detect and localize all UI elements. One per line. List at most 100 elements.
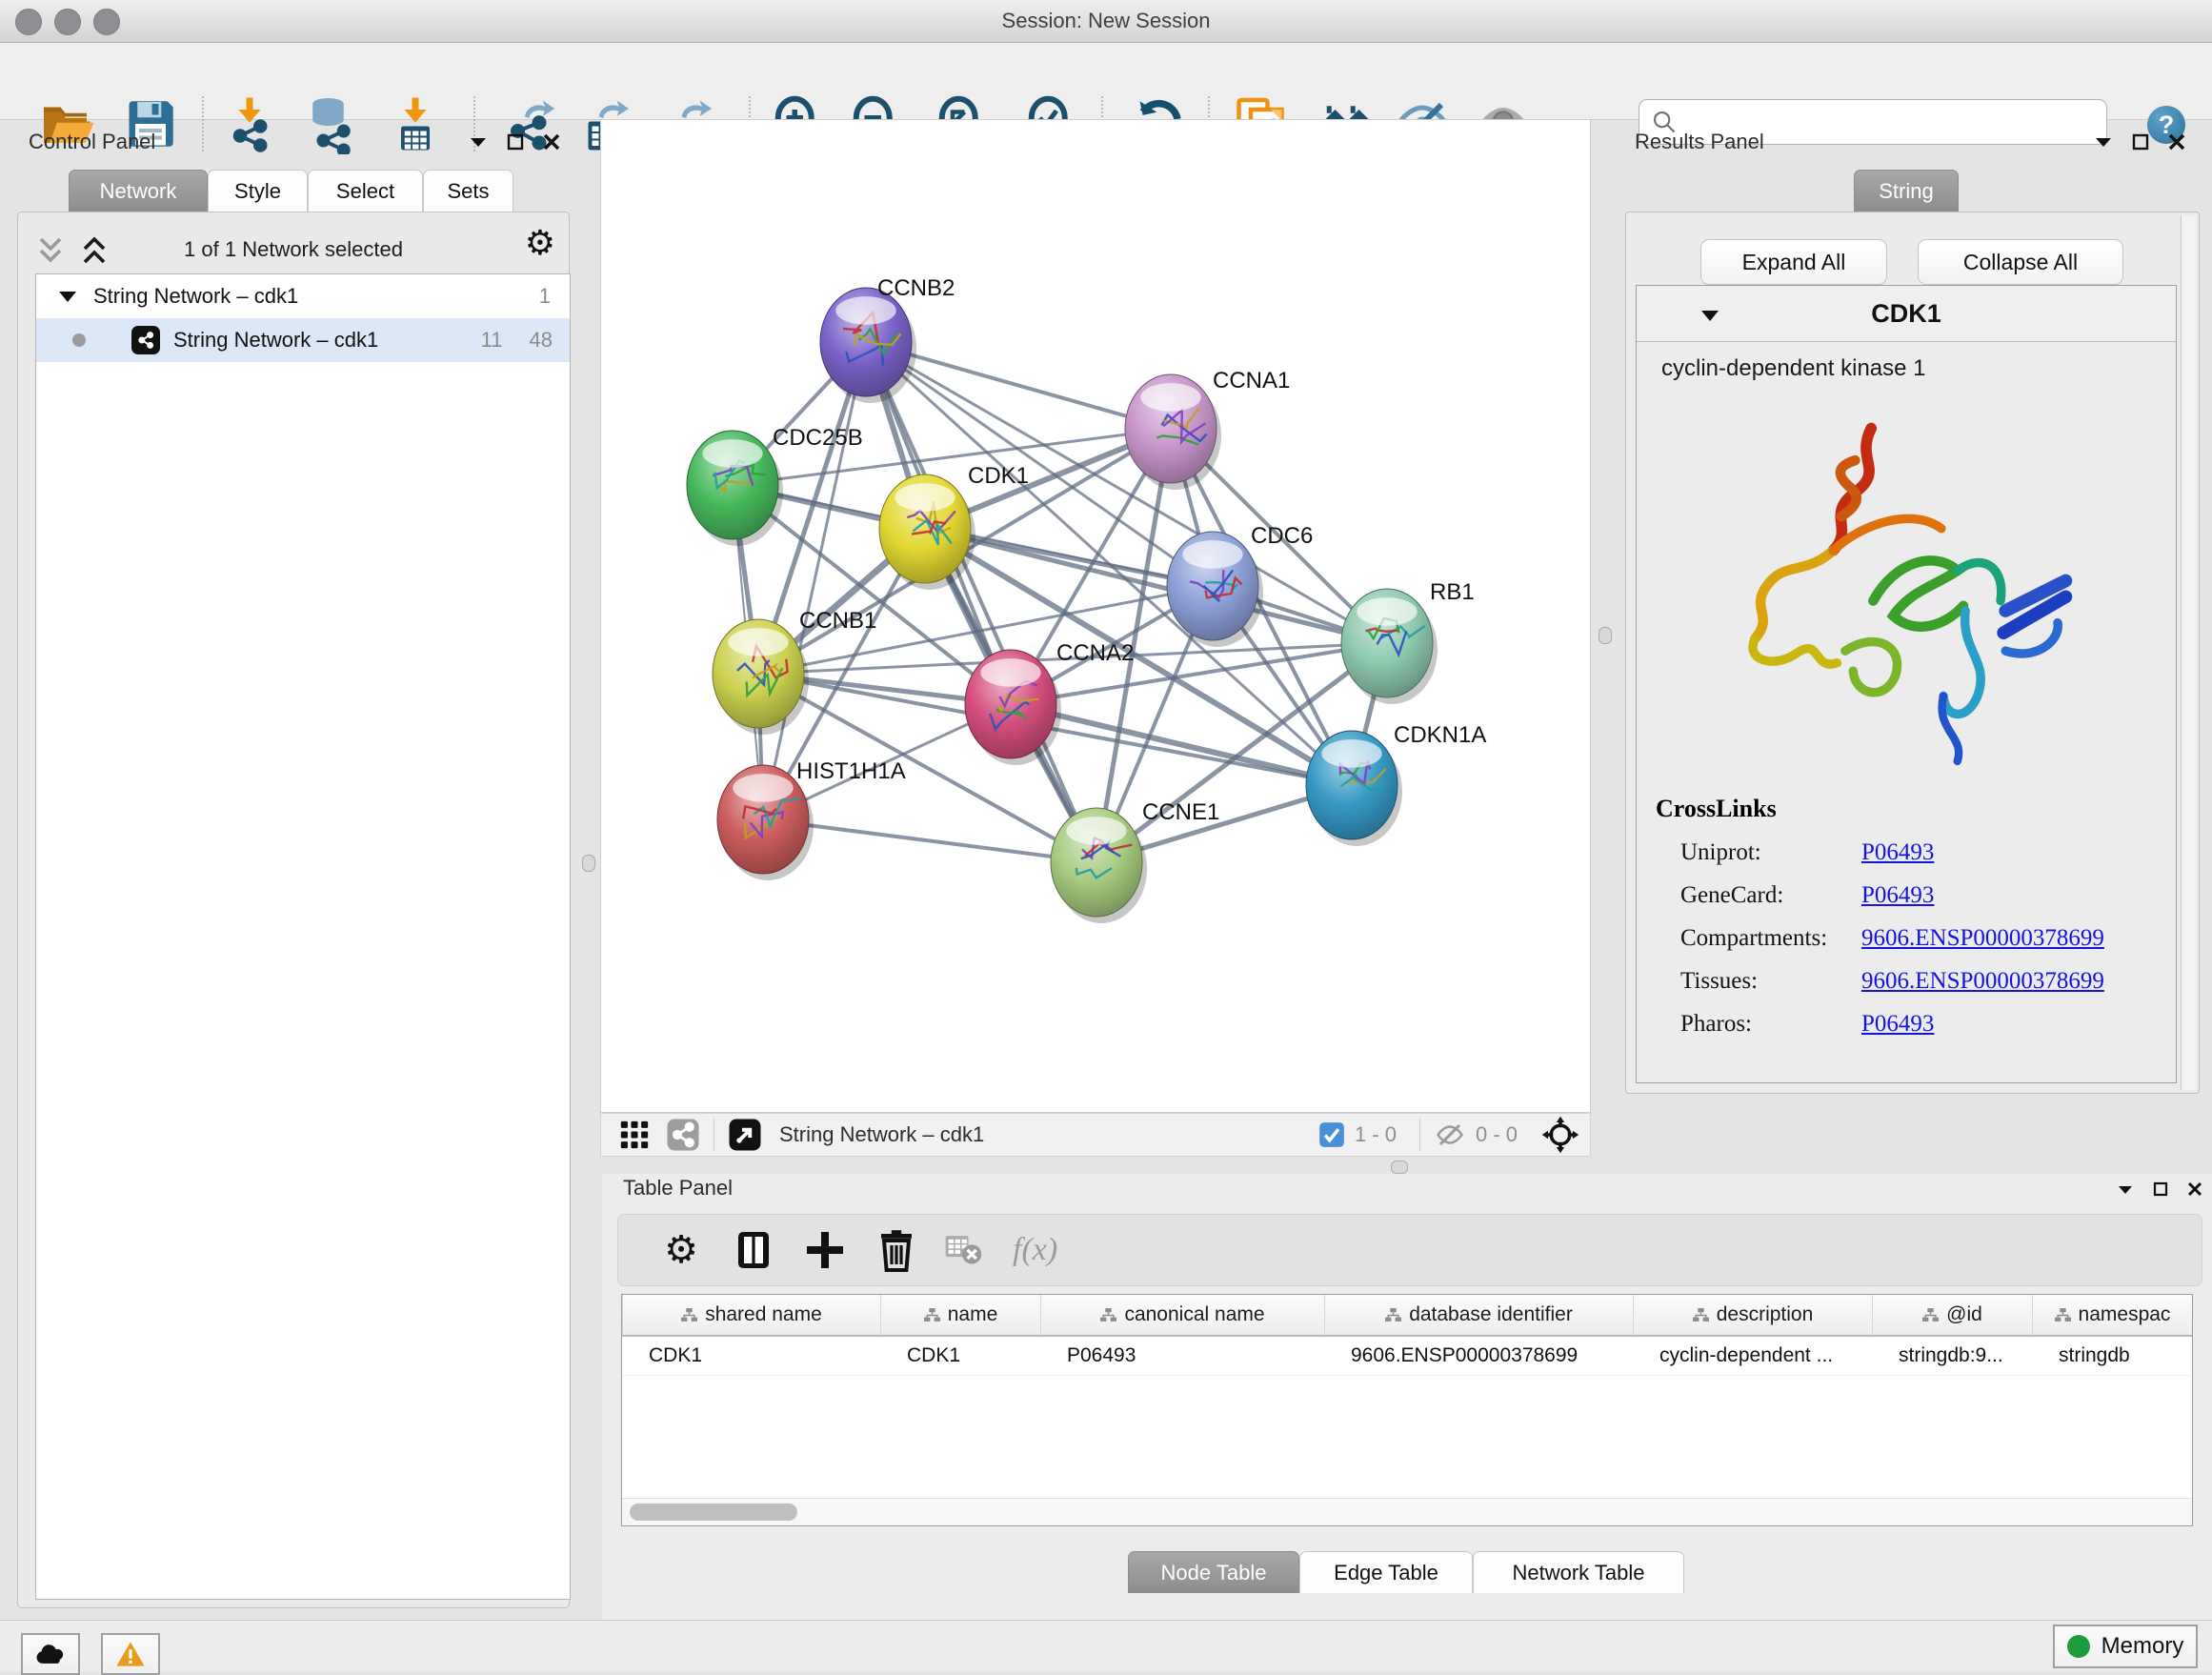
close-panel-icon[interactable] bbox=[2187, 1181, 2202, 1197]
crosslink-link[interactable]: P06493 bbox=[1861, 1011, 1934, 1038]
node-cdkn1a[interactable]: CDKN1A bbox=[1306, 722, 1486, 846]
tab-network[interactable]: Network bbox=[69, 170, 208, 212]
tab-network-table[interactable]: Network Table bbox=[1473, 1551, 1684, 1593]
table-cell[interactable]: CDK1 bbox=[894, 1337, 1054, 1375]
hidden-eye-slash-icon[interactable] bbox=[1434, 1120, 1466, 1149]
warnings-button[interactable] bbox=[101, 1633, 160, 1675]
edge-ccnb2-hist1h1a[interactable] bbox=[763, 342, 866, 819]
titlebar: Session: New Session bbox=[0, 0, 2212, 43]
edge-ccna2-cdkn1a[interactable] bbox=[1011, 704, 1352, 785]
close-panel-icon[interactable] bbox=[543, 133, 560, 151]
grid-view-icon[interactable] bbox=[618, 1119, 651, 1151]
column-header-namespac[interactable]: namespac bbox=[2033, 1295, 2193, 1335]
collection-count: 1 bbox=[539, 284, 551, 309]
tab-sets[interactable]: Sets bbox=[423, 170, 513, 212]
edge-ccnb2-ccne1[interactable] bbox=[866, 342, 1096, 862]
current-network-dot-icon bbox=[72, 333, 86, 347]
node-hist1h1a[interactable]: HIST1H1A bbox=[717, 758, 906, 880]
node-label-cdc25b: CDC25B bbox=[773, 425, 863, 451]
column-header-canonical-name[interactable]: canonical name bbox=[1041, 1295, 1325, 1335]
right-splitter-handle[interactable] bbox=[1599, 627, 1612, 644]
tab-node-table[interactable]: Node Table bbox=[1128, 1551, 1299, 1593]
expand-all-button[interactable]: Expand All bbox=[1700, 239, 1887, 285]
column-header-shared-name[interactable]: shared name bbox=[623, 1295, 881, 1335]
gear-icon[interactable]: ⚙ bbox=[525, 226, 555, 260]
table-cell[interactable]: CDK1 bbox=[635, 1337, 894, 1375]
tab-edge-table[interactable]: Edge Table bbox=[1299, 1551, 1473, 1593]
table-cell[interactable]: stringdb:9... bbox=[1885, 1337, 2045, 1375]
warning-icon bbox=[115, 1641, 146, 1667]
row-gutter bbox=[622, 1337, 635, 1375]
node-label-hist1h1a: HIST1H1A bbox=[796, 758, 906, 784]
float-panel-icon[interactable] bbox=[2153, 1181, 2168, 1197]
network-collection-row[interactable]: String Network – cdk1 1 bbox=[36, 274, 570, 318]
scrollbar-thumb[interactable] bbox=[630, 1503, 797, 1521]
column-header-name[interactable]: name bbox=[881, 1295, 1041, 1335]
selected-node-edge-counts: 1 - 0 bbox=[1355, 1122, 1397, 1147]
float-panel-icon[interactable] bbox=[507, 133, 524, 151]
left-splitter-handle[interactable] bbox=[582, 855, 595, 872]
table-cell[interactable]: stringdb bbox=[2045, 1337, 2193, 1375]
node-label-ccnb1: CCNB1 bbox=[799, 608, 876, 634]
gear-icon[interactable]: ⚙ bbox=[658, 1227, 704, 1273]
node-cdc6[interactable]: CDC6 bbox=[1167, 523, 1313, 647]
fit-selected-crosshair-icon[interactable] bbox=[1540, 1115, 1580, 1155]
create-column-icon[interactable] bbox=[802, 1227, 848, 1273]
birds-eye-view-icon[interactable] bbox=[728, 1118, 762, 1152]
table-panel-title: Table Panel bbox=[623, 1176, 733, 1201]
string-network-graph[interactable]: CCNB2CCNA1CDC25BCDK1CDC6RB1CCNB1CCNA2CDK… bbox=[601, 120, 1590, 1112]
node-ccna1[interactable]: CCNA1 bbox=[1125, 368, 1290, 490]
node-ccnb2[interactable]: CCNB2 bbox=[820, 275, 955, 403]
table-horizontal-scrollbar[interactable] bbox=[622, 1498, 2192, 1525]
crosslink-link[interactable]: P06493 bbox=[1861, 882, 1934, 909]
crosslink-label: Uniprot: bbox=[1680, 839, 1861, 866]
tab-select[interactable]: Select bbox=[308, 170, 423, 212]
crosslink-link[interactable]: 9606.ENSP00000378699 bbox=[1861, 925, 2104, 952]
table-cell[interactable]: 9606.ENSP00000378699 bbox=[1337, 1337, 1646, 1375]
crosslink-link[interactable]: P06493 bbox=[1861, 839, 1934, 866]
panel-menu-icon[interactable] bbox=[2094, 135, 2113, 149]
table-row[interactable]: CDK1CDK1P064939606.ENSP00000378699cyclin… bbox=[622, 1337, 2192, 1376]
crosslink-row: GeneCard:P06493 bbox=[1637, 882, 2176, 909]
column-header-description[interactable]: description bbox=[1634, 1295, 1873, 1335]
horizontal-splitter-handle[interactable] bbox=[1391, 1160, 1408, 1174]
control-panel-tabs: NetworkStyleSelectSets bbox=[69, 170, 513, 212]
cloud-status-button[interactable] bbox=[21, 1633, 80, 1675]
delete-table-icon[interactable] bbox=[942, 1227, 988, 1273]
memory-button[interactable]: Memory bbox=[2053, 1625, 2198, 1668]
panel-menu-icon[interactable] bbox=[469, 135, 488, 149]
close-panel-icon[interactable] bbox=[2168, 133, 2185, 151]
float-panel-icon[interactable] bbox=[2132, 133, 2149, 151]
node-ccne1[interactable]: CCNE1 bbox=[1051, 799, 1219, 923]
tab-style[interactable]: Style bbox=[208, 170, 308, 212]
column-header-database-identifier[interactable]: database identifier bbox=[1325, 1295, 1634, 1335]
panel-menu-icon[interactable] bbox=[2117, 1183, 2134, 1196]
gene-section-header[interactable]: CDK1 bbox=[1637, 286, 2176, 342]
delete-column-icon[interactable] bbox=[874, 1227, 919, 1273]
tab-string[interactable]: String bbox=[1854, 170, 1959, 212]
network-row[interactable]: String Network – cdk1 11 48 bbox=[36, 318, 570, 362]
table-cell[interactable]: P06493 bbox=[1054, 1337, 1337, 1375]
column-header-label: name bbox=[948, 1303, 998, 1326]
column-header-@id[interactable]: @id bbox=[1873, 1295, 2033, 1335]
selected-checkbox-icon[interactable] bbox=[1318, 1121, 1345, 1148]
show-columns-icon[interactable] bbox=[731, 1227, 776, 1273]
table-cell[interactable]: cyclin-dependent ... bbox=[1646, 1337, 1885, 1375]
protein-structure-image bbox=[1696, 400, 2115, 781]
crosslink-link[interactable]: 9606.ENSP00000378699 bbox=[1861, 968, 2104, 995]
main-toolbar: ? bbox=[0, 43, 2212, 120]
network-view-icon[interactable] bbox=[666, 1118, 700, 1152]
network-canvas[interactable]: CCNB2CCNA1CDC25BCDK1CDC6RB1CCNB1CCNA2CDK… bbox=[600, 119, 1591, 1113]
crosslink-row: Tissues:9606.ENSP00000378699 bbox=[1637, 968, 2176, 995]
results-scrollbar[interactable] bbox=[2181, 215, 2196, 1090]
network-node-count: 11 bbox=[481, 328, 503, 353]
node-rb1[interactable]: RB1 bbox=[1341, 579, 1475, 704]
node-table-header: shared name name canonical namedatabase id… bbox=[622, 1295, 2192, 1337]
collapse-all-button[interactable]: Collapse All bbox=[1918, 239, 2123, 285]
node-label-cdkn1a: CDKN1A bbox=[1394, 722, 1486, 748]
network-label: String Network – cdk1 bbox=[173, 328, 481, 353]
memory-label: Memory bbox=[2101, 1633, 2184, 1660]
collapse-triangle-icon[interactable] bbox=[57, 288, 78, 305]
node-ccnb1[interactable]: CCNB1 bbox=[713, 608, 876, 735]
crosslinks-title: CrossLinks bbox=[1637, 795, 2176, 823]
